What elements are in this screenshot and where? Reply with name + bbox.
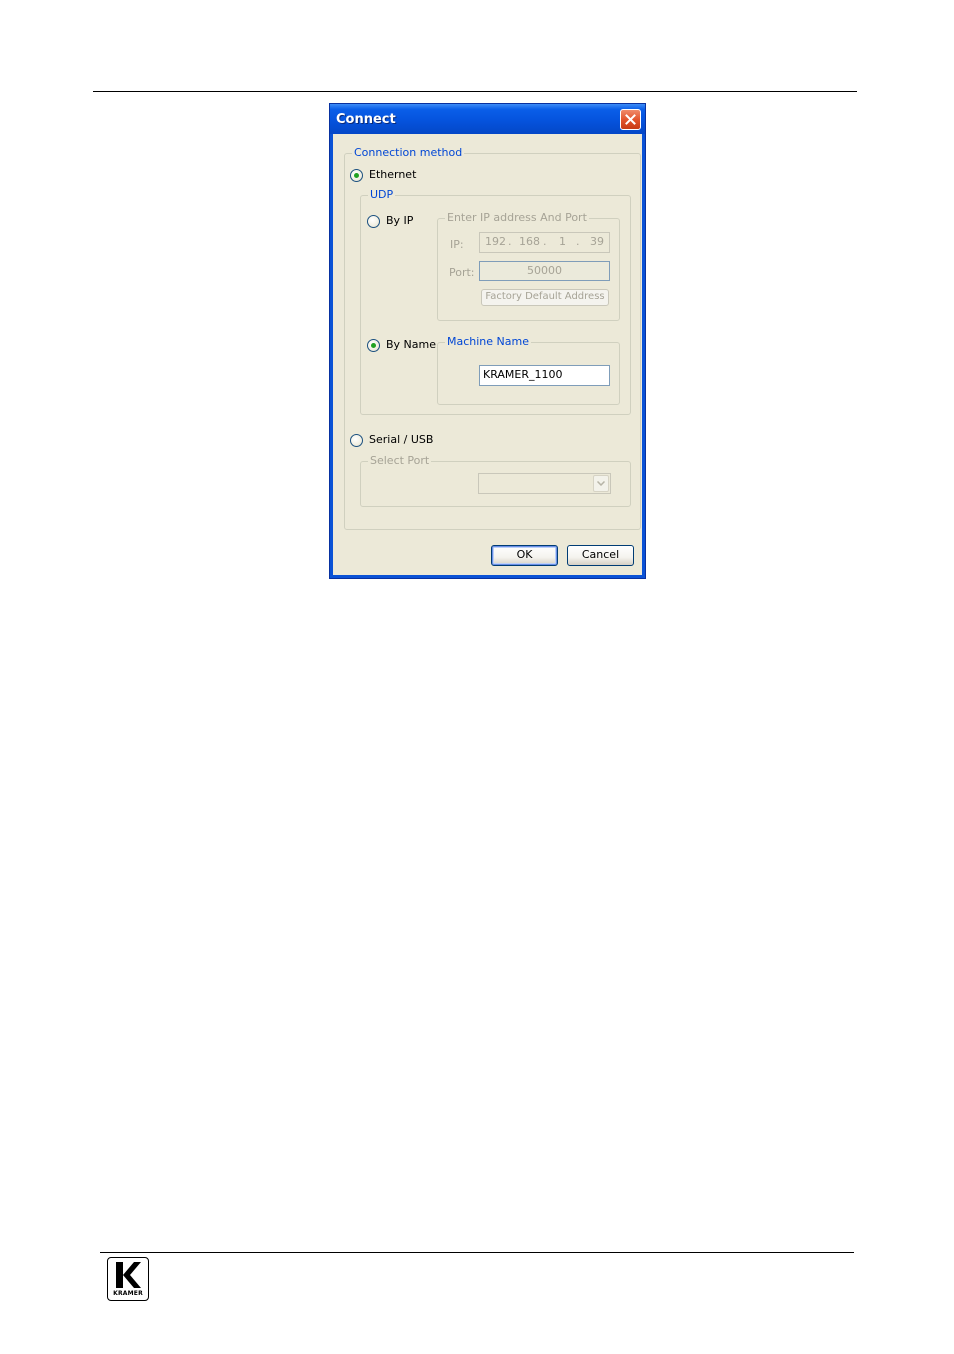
- factory-default-button[interactable]: Factory Default Address: [481, 289, 609, 306]
- ethernet-label[interactable]: Ethernet: [369, 168, 416, 182]
- dialog-title: Connect: [336, 112, 396, 127]
- ethernet-radio[interactable]: [350, 169, 363, 182]
- ip-address-field[interactable]: 192 . 168 . 1 . 39: [479, 232, 610, 253]
- ok-button[interactable]: OK: [491, 545, 558, 566]
- header-rule: [93, 91, 857, 92]
- serial-usb-label[interactable]: Serial / USB: [369, 433, 433, 447]
- machine-name-legend: Machine Name: [445, 335, 531, 349]
- by-ip-label[interactable]: By IP: [386, 214, 413, 228]
- ip-dot-1: .: [508, 235, 512, 248]
- footer-rule: [100, 1252, 854, 1253]
- udp-legend: UDP: [368, 188, 396, 202]
- connect-dialog: Connect Connection method Ethernet UDP B…: [329, 103, 646, 579]
- ip-octet-3: 1: [559, 235, 566, 248]
- chevron-down-icon: [597, 481, 605, 486]
- ip-label: IP:: [450, 238, 464, 251]
- by-name-label[interactable]: By Name: [386, 338, 436, 352]
- cancel-button[interactable]: Cancel: [567, 545, 634, 566]
- ip-address-legend: Enter IP address And Port: [445, 211, 589, 225]
- by-name-radio[interactable]: [367, 339, 380, 352]
- port-label: Port:: [449, 266, 475, 279]
- serial-usb-radio[interactable]: [350, 434, 363, 447]
- logo-text: KRAMER: [113, 1290, 143, 1297]
- dialog-client-area: Connection method Ethernet UDP By IP Ent…: [333, 134, 642, 575]
- ip-dot-2: .: [543, 235, 547, 248]
- connection-method-legend: Connection method: [352, 146, 465, 160]
- machine-name-input[interactable]: KRAMER_1100: [479, 365, 610, 386]
- select-port-legend: Select Port: [368, 454, 432, 468]
- port-select[interactable]: [478, 473, 611, 494]
- ip-dot-3: .: [576, 235, 580, 248]
- port-field[interactable]: 50000: [479, 261, 610, 281]
- ip-octet-1: 192: [485, 235, 506, 248]
- kramer-logo: KRAMER: [107, 1257, 149, 1301]
- ip-octet-4: 39: [590, 235, 604, 248]
- title-bar[interactable]: Connect: [330, 104, 645, 134]
- kramer-k-icon: [116, 1262, 141, 1288]
- close-button[interactable]: [620, 109, 641, 130]
- close-icon: [625, 114, 636, 125]
- ip-octet-2: 168: [519, 235, 540, 248]
- by-ip-radio[interactable]: [367, 215, 380, 228]
- dropdown-arrow-button[interactable]: [593, 475, 609, 492]
